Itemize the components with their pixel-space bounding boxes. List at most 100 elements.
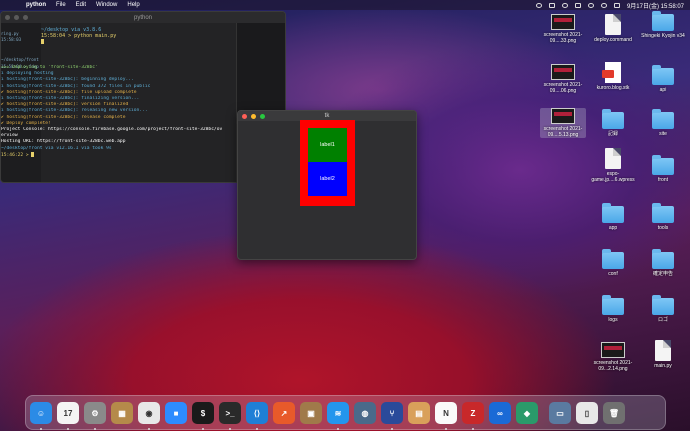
- desktop-icon-app[interactable]: app: [590, 203, 636, 231]
- running-indicator: [445, 428, 447, 430]
- menu-bar: python File Edit Window Help 9月17日(金) 15…: [0, 0, 690, 10]
- tk-window[interactable]: tk label1 label2: [237, 110, 417, 260]
- vue-app-icon[interactable]: ◆: [516, 402, 538, 424]
- vscode-icon[interactable]: ⟨⟩: [246, 402, 268, 424]
- folder-icon: [652, 249, 674, 269]
- desktop-icon-site[interactable]: site: [640, 109, 686, 137]
- pdf-document-icon: [602, 62, 621, 83]
- running-indicator: [472, 428, 474, 430]
- desktop-icon-label: tools: [657, 225, 669, 231]
- dock: ☺ 17 ⚙ ▦ ◉ ■ $ >_ ⟨⟩ ↗ ▣ ≋ ◍ ⑂ ▤ N Z ∞ ◆ ▭ ▯ 🗑: [25, 395, 666, 430]
- desktop-icon-kakutei-shinkoku[interactable]: 確定申告: [640, 249, 686, 277]
- desktop-icon-screenshot[interactable]: screenshot 2021-09....33.png: [540, 14, 586, 44]
- deploy-log[interactable]: === Deploying to 'front-site-328bc' i de…: [1, 65, 239, 159]
- running-indicator: [67, 428, 69, 430]
- desktop-icon-main-py[interactable]: main.py: [640, 340, 686, 369]
- desktop-icon-label: api: [659, 87, 667, 93]
- desktop-icon-conf[interactable]: conf: [590, 249, 636, 277]
- log-line: Project Console: https://console.firebas…: [1, 127, 223, 133]
- terminal-line: 15:58:03: [1, 37, 22, 43]
- folder-icon: [602, 203, 624, 223]
- archive-icon[interactable]: ▣: [300, 402, 322, 424]
- folder-icon: [652, 109, 674, 129]
- folder-icon: [602, 109, 624, 129]
- zoom-icon[interactable]: ■: [165, 402, 187, 424]
- desktop-icon-screenshot[interactable]: screenshot 2021-09...2.14.png: [590, 342, 636, 372]
- log-line: 15:46:22 >: [1, 151, 239, 159]
- folder-icon: [652, 11, 674, 31]
- app-orange-icon[interactable]: ↗: [273, 402, 295, 424]
- status-icon[interactable]: [548, 2, 555, 8]
- label1: label1: [308, 128, 347, 162]
- desktop-icon-label: front: [657, 177, 668, 183]
- terminal-green-icon[interactable]: $: [192, 402, 214, 424]
- desktop-icon-espo-game[interactable]: espo-game.jp....6.wpress: [590, 148, 636, 183]
- menu-file[interactable]: File: [56, 2, 66, 8]
- red-frame: label1 label2: [300, 120, 355, 206]
- terminal-title: python: [133, 14, 152, 21]
- desktop-icon-tools[interactable]: tools: [640, 203, 686, 231]
- search-icon[interactable]: [600, 2, 607, 8]
- status-icon[interactable]: [535, 2, 542, 8]
- status-area: 9月17日(金) 15:58:07: [535, 0, 684, 10]
- desktop-icon-label: Shingeki Kyojin v34: [641, 33, 685, 39]
- finder-icon[interactable]: ☺: [30, 402, 52, 424]
- wifi-icon[interactable]: [587, 2, 594, 8]
- desktop-icon-front[interactable]: front: [640, 155, 686, 183]
- terminal-title-bar[interactable]: python: [1, 12, 285, 23]
- docker-icon[interactable]: ≋: [327, 402, 349, 424]
- status-icon[interactable]: [561, 2, 568, 8]
- running-indicator: [391, 428, 393, 430]
- image-file-icon: [551, 14, 575, 30]
- desktop-icon-label: espo-game.jp....6.wpress: [591, 171, 635, 183]
- folder-icon: [602, 295, 624, 315]
- notion-icon[interactable]: N: [435, 402, 457, 424]
- infinity-icon[interactable]: ∞: [489, 402, 511, 424]
- python-file-icon: [655, 340, 671, 361]
- trash-icon[interactable]: 🗑: [603, 402, 625, 424]
- folder-icon: [652, 295, 674, 315]
- running-indicator: [40, 428, 42, 430]
- image-file-icon: [551, 64, 575, 80]
- desktop-icon-api[interactable]: api: [640, 65, 686, 93]
- preview-icon[interactable]: ▭: [549, 402, 571, 424]
- desktop-icon-kuroro[interactable]: kuroro.blog.stk: [590, 62, 636, 91]
- terminal-cursor: [31, 151, 35, 157]
- running-indicator: [337, 428, 339, 430]
- folder-app-icon[interactable]: ▦: [111, 402, 133, 424]
- image-file-icon: [601, 342, 625, 358]
- sequel-icon[interactable]: ◍: [354, 402, 376, 424]
- desktop-icon-label: deploy.command: [594, 37, 632, 43]
- desktop-icon-label: kuroro.blog.stk: [596, 85, 630, 91]
- filezilla-icon[interactable]: Z: [462, 402, 484, 424]
- clock[interactable]: 9月17日(金) 15:58:07: [627, 1, 684, 10]
- desktop-icon-kiroku[interactable]: 記録: [590, 109, 636, 137]
- label2: label2: [308, 162, 347, 196]
- menu-app-name[interactable]: python: [26, 2, 46, 8]
- desktop-icon-screenshot-selected[interactable]: screenshot 2021-09....5.13.png: [540, 108, 586, 138]
- calendar-icon[interactable]: 17: [57, 402, 79, 424]
- tk-title: tk: [324, 113, 330, 119]
- app-tan-icon[interactable]: ▤: [408, 402, 430, 424]
- desktop-icon-label: site: [659, 131, 667, 137]
- desktop-icon-logo[interactable]: ロゴ: [640, 295, 686, 323]
- menu-edit[interactable]: Edit: [76, 2, 86, 8]
- desktop-icon-screenshot[interactable]: screenshot 2021-09....06.png: [540, 64, 586, 94]
- document-icon[interactable]: ▯: [576, 402, 598, 424]
- control-center-icon[interactable]: [613, 2, 620, 8]
- sourcetree-icon[interactable]: ⑂: [381, 402, 403, 424]
- system-preferences-icon[interactable]: ⚙: [84, 402, 106, 424]
- menu-help[interactable]: Help: [127, 2, 139, 8]
- menu-window[interactable]: Window: [96, 2, 117, 8]
- desktop-icon-label: 確定申告: [652, 271, 673, 277]
- folder-icon: [652, 155, 674, 175]
- terminal-icon[interactable]: >_: [219, 402, 241, 424]
- desktop-icon-label: screenshot 2021-09....5.13.png: [543, 126, 583, 138]
- desktop-icon-logs[interactable]: logs: [590, 295, 636, 323]
- document-icon: [605, 148, 621, 169]
- chrome-icon[interactable]: ◉: [138, 402, 160, 424]
- desktop-icon-shingeki[interactable]: Shingeki Kyojin v34: [640, 11, 686, 39]
- folder-icon: [652, 65, 674, 85]
- desktop-icon-deploy-command[interactable]: deploy.command: [590, 14, 636, 43]
- battery-icon[interactable]: [574, 2, 581, 8]
